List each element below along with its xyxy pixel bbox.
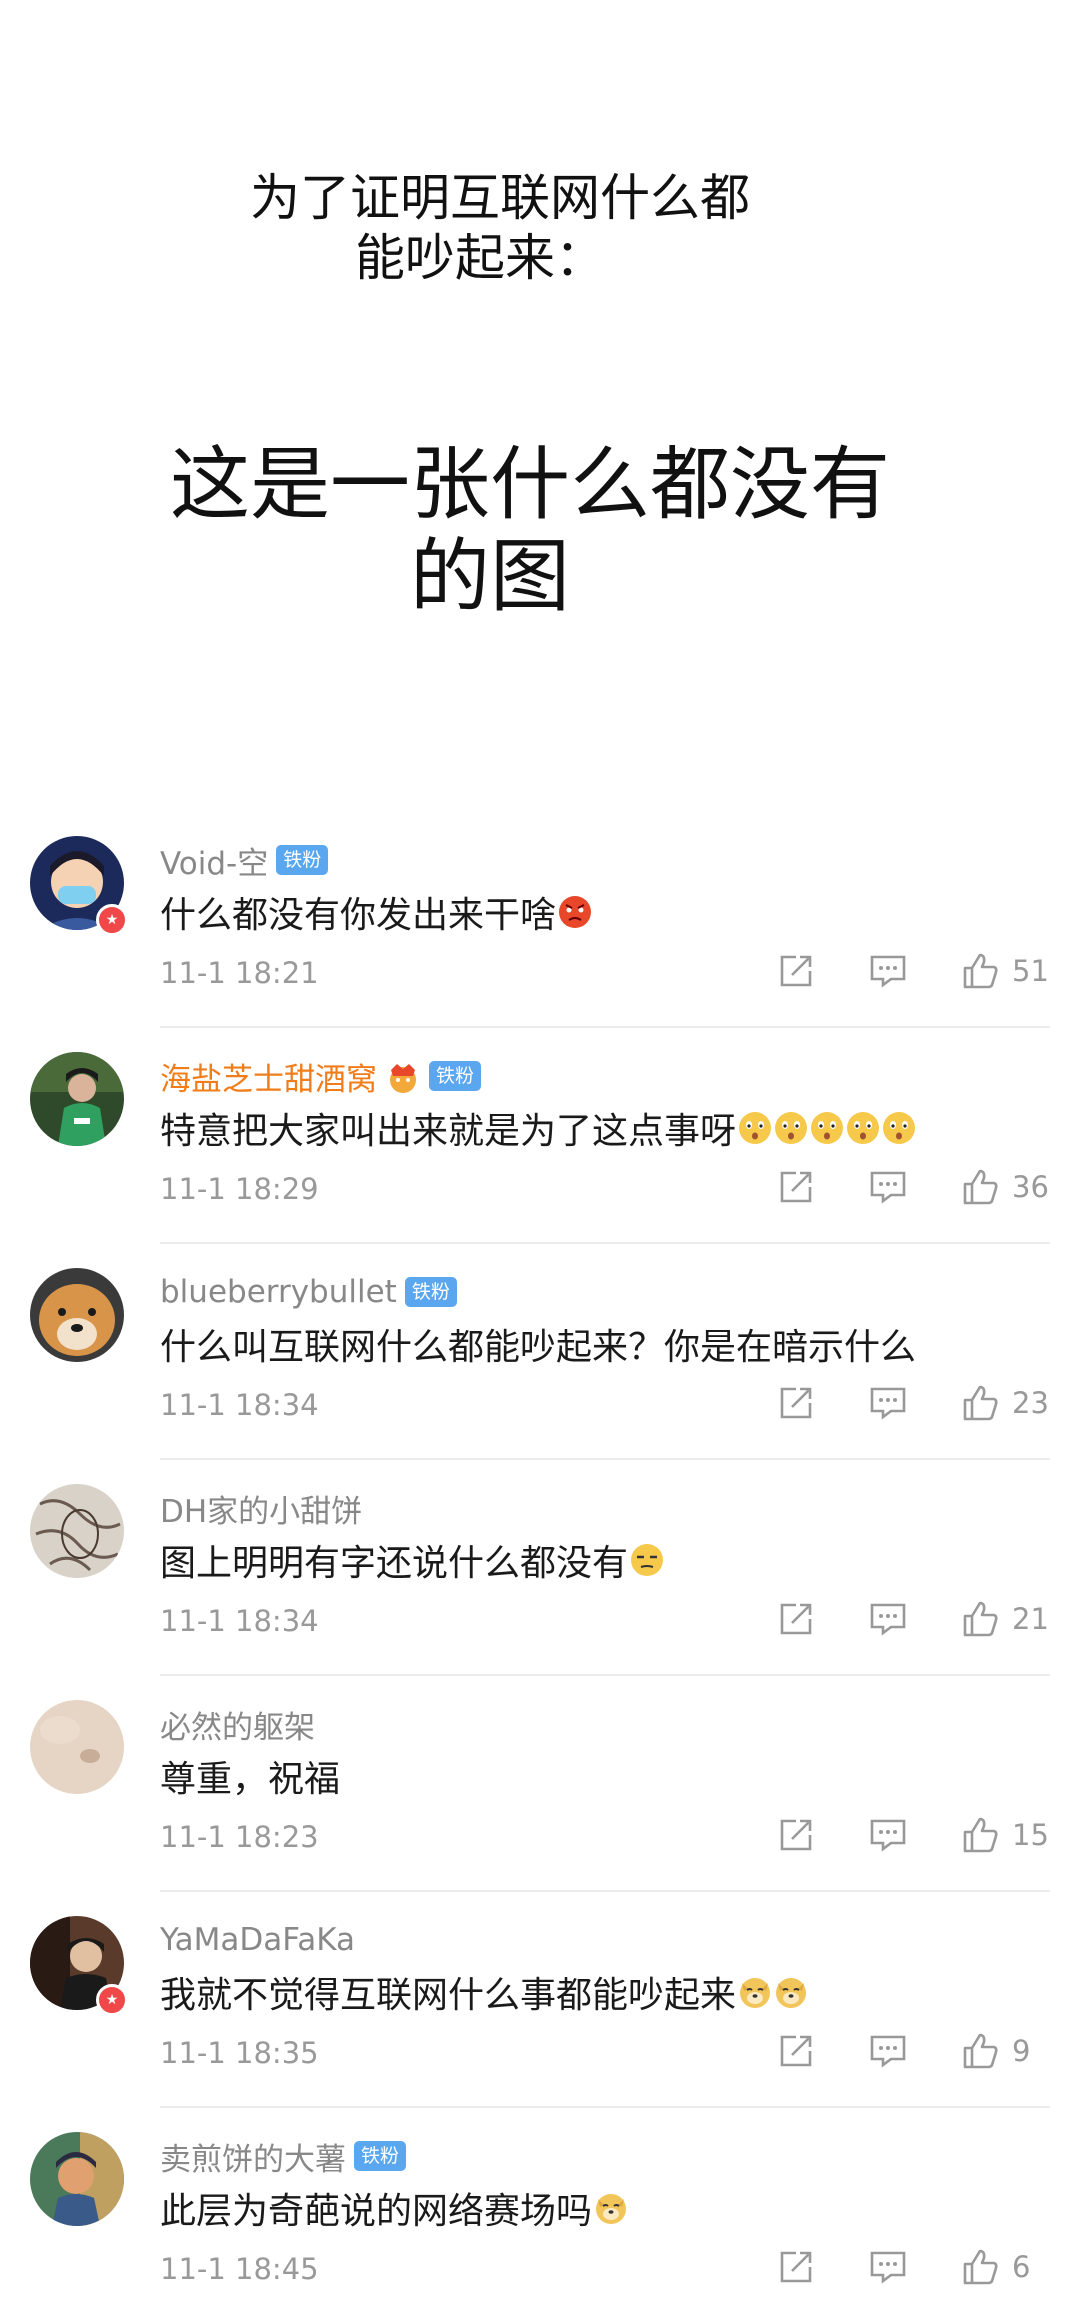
surprised-emoji-icon xyxy=(739,1112,772,1144)
comment-text: 特意把大家叫出来就是为了这点事呀 xyxy=(160,1102,916,1154)
doge-emoji-icon xyxy=(740,1978,771,2008)
comment-item: ★ YaMaDaFaKa 我就不觉得互联网什么事都能吵起来 11-1 18:35… xyxy=(0,1892,1080,2108)
comment-icon[interactable] xyxy=(868,1385,908,1421)
surprised-emoji-icon xyxy=(847,1112,880,1144)
fan-badge: 铁粉 xyxy=(276,845,329,875)
share-icon[interactable] xyxy=(776,2033,816,2069)
comment-time: 11-1 18:45 xyxy=(160,2252,319,2286)
avatar[interactable] xyxy=(30,1700,124,1794)
username[interactable]: blueberrybullet xyxy=(160,1274,397,1310)
comment-time: 11-1 18:29 xyxy=(160,1172,319,1206)
image-text-line-4: 的图 xyxy=(410,530,570,623)
share-icon[interactable] xyxy=(776,1601,816,1637)
comment-text: 图上明明有字还说什么都没有 xyxy=(160,1534,664,1586)
fan-badge: 铁粉 xyxy=(404,1277,457,1307)
username[interactable]: 必然的躯架 xyxy=(160,1702,315,1747)
comment-list: ★ Void-空 铁粉 什么都没有你发出来干啥 11-1 18:21 51 海盐… xyxy=(0,812,1080,2324)
comment-time: 11-1 18:34 xyxy=(160,1388,319,1422)
comment-time: 11-1 18:34 xyxy=(160,1604,319,1638)
fan-badge: 铁粉 xyxy=(429,1061,482,1091)
avatar[interactable] xyxy=(30,2132,124,2226)
share-icon[interactable] xyxy=(776,1385,816,1421)
avatar[interactable] xyxy=(30,1484,124,1578)
comment-icon[interactable] xyxy=(868,1817,908,1853)
comment-icon[interactable] xyxy=(868,1169,908,1205)
comment-text: 尊重，祝福 xyxy=(160,1750,340,1802)
comment-item: 必然的躯架 尊重，祝福 11-1 18:23 15 xyxy=(0,1676,1080,1892)
like-icon[interactable] xyxy=(960,2248,1000,2286)
username[interactable]: DH家的小甜饼 xyxy=(160,1486,362,1531)
like-icon[interactable] xyxy=(960,1384,1000,1422)
comment-time: 11-1 18:21 xyxy=(160,956,319,990)
share-icon[interactable] xyxy=(776,953,816,989)
avatar[interactable] xyxy=(30,1268,124,1362)
share-icon[interactable] xyxy=(776,2249,816,2285)
comment-item: 海盐芝士甜酒窝 铁粉 特意把大家叫出来就是为了这点事呀 11-1 18:29 3… xyxy=(0,1028,1080,1244)
comment-item: blueberrybullet 铁粉 什么叫互联网什么都能吵起来？你是在暗示什么… xyxy=(0,1244,1080,1460)
like-count: 21 xyxy=(1012,1602,1049,1636)
like-icon[interactable] xyxy=(960,1600,1000,1638)
comment-icon[interactable] xyxy=(868,2033,908,2069)
surprised-emoji-icon xyxy=(883,1112,916,1144)
comment-item: ★ Void-空 铁粉 什么都没有你发出来干啥 11-1 18:21 51 xyxy=(0,812,1080,1028)
surprised-emoji-icon xyxy=(775,1112,808,1144)
post-image[interactable]: 为了证明互联网什么都 能吵起来： 这是一张什么都没有 的图 xyxy=(0,0,1080,800)
surprised-emoji-icon xyxy=(811,1112,844,1144)
like-count: 6 xyxy=(1012,2250,1031,2284)
username[interactable]: Void-空 xyxy=(160,838,268,883)
comment-text: 此层为奇葩说的网络赛场吗 xyxy=(160,2182,628,2234)
comment-icon[interactable] xyxy=(868,1601,908,1637)
angry-emoji-icon xyxy=(559,896,592,928)
comment-text-content: 什么都没有你发出来干啥 xyxy=(160,895,557,936)
smirk-emoji-icon xyxy=(631,1544,664,1576)
comment-text-content: 什么叫互联网什么都能吵起来？你是在暗示什么 xyxy=(160,1327,917,1368)
comment-time: 11-1 18:23 xyxy=(160,1820,319,1854)
like-count: 51 xyxy=(1012,954,1049,988)
username[interactable]: 卖煎饼的大薯 xyxy=(160,2134,346,2179)
comment-item: DH家的小甜饼 图上明明有字还说什么都没有 11-1 18:34 21 xyxy=(0,1460,1080,1676)
like-count: 36 xyxy=(1012,1170,1049,1204)
like-count: 9 xyxy=(1012,2034,1031,2068)
comment-time: 11-1 18:35 xyxy=(160,2036,319,2070)
comment-text: 我就不觉得互联网什么事都能吵起来 xyxy=(160,1966,808,2018)
comment-icon[interactable] xyxy=(868,2249,908,2285)
doge-emoji-icon xyxy=(596,2194,627,2224)
verified-badge-icon: ★ xyxy=(96,904,128,936)
comment-text: 什么都没有你发出来干啥 xyxy=(160,886,592,938)
share-icon[interactable] xyxy=(776,1169,816,1205)
like-icon[interactable] xyxy=(960,1168,1000,1206)
like-icon[interactable] xyxy=(960,2032,1000,2070)
comment-item: 卖煎饼的大薯 铁粉 此层为奇葩说的网络赛场吗 11-1 18:45 6 xyxy=(0,2108,1080,2324)
comment-text-content: 特意把大家叫出来就是为了这点事呀 xyxy=(160,1111,737,1152)
crown-icon xyxy=(385,1058,421,1094)
like-count: 15 xyxy=(1012,1818,1049,1852)
comment-text-content: 我就不觉得互联网什么事都能吵起来 xyxy=(160,1975,737,2016)
verified-badge-icon: ★ xyxy=(96,1984,128,2016)
image-text-line-2: 能吵起来： xyxy=(355,229,605,287)
username[interactable]: 海盐芝士甜酒窝 xyxy=(160,1054,377,1099)
comment-text-content: 图上明明有字还说什么都没有 xyxy=(160,1543,629,1584)
username[interactable]: YaMaDaFaKa xyxy=(160,1922,355,1958)
comment-text: 什么叫互联网什么都能吵起来？你是在暗示什么 xyxy=(160,1318,916,1370)
like-count: 23 xyxy=(1012,1386,1049,1420)
comment-text-content: 此层为奇葩说的网络赛场吗 xyxy=(160,2191,593,2232)
comment-text-content: 尊重，祝福 xyxy=(160,1759,341,1800)
doge-emoji-icon xyxy=(776,1978,807,2008)
like-icon[interactable] xyxy=(960,1816,1000,1854)
avatar[interactable] xyxy=(30,1052,124,1146)
comment-icon[interactable] xyxy=(868,953,908,989)
like-icon[interactable] xyxy=(960,952,1000,990)
share-icon[interactable] xyxy=(776,1817,816,1853)
fan-badge: 铁粉 xyxy=(354,2141,407,2171)
